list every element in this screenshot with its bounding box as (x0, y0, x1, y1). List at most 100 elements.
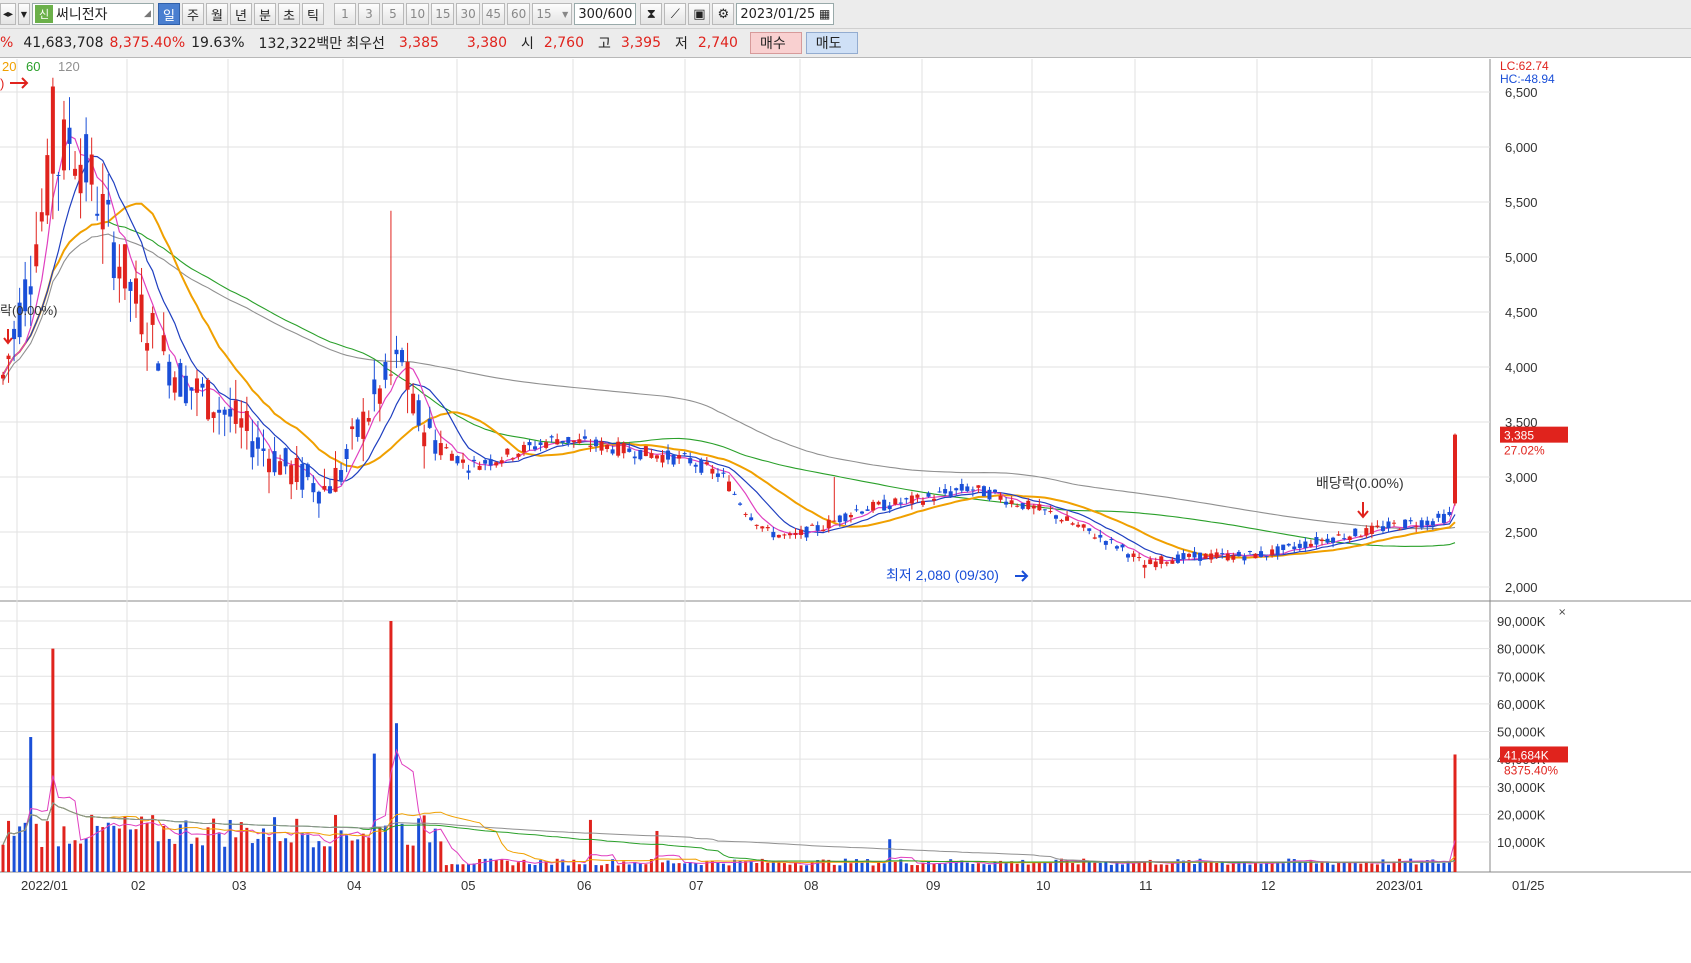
volume-bar (1, 844, 5, 872)
volume-tick-label: 60,000K (1497, 697, 1546, 712)
candle-body (943, 489, 948, 494)
volume-bar (788, 864, 792, 872)
volume-bar (284, 838, 288, 872)
volume-bar (1314, 863, 1318, 872)
volume-bar (1348, 862, 1352, 872)
volume-tick-label: 70,000K (1497, 669, 1546, 684)
time-right-label: 01/25 (1512, 878, 1545, 893)
period-tab-4[interactable]: 분 (253, 3, 276, 25)
volume-bar (1170, 862, 1174, 872)
low-label: 저 (674, 36, 688, 52)
hc-label: HC:-48.94 (1500, 72, 1555, 86)
volume-bar (178, 824, 182, 872)
volume-bar (223, 846, 227, 872)
volume-bar (117, 828, 121, 872)
time-label: 12 (1261, 878, 1275, 893)
candle-body (1225, 553, 1230, 561)
candle-body (582, 436, 587, 439)
volume-bar (40, 846, 44, 872)
volume-bar (1453, 754, 1457, 872)
data-count-input[interactable]: 300 /600 (574, 3, 637, 25)
sell-button[interactable]: 매도 (805, 32, 858, 54)
candle-body (411, 393, 416, 414)
interval-button-45[interactable]: 45 (481, 3, 506, 25)
candle-body (233, 400, 238, 424)
stock-chart[interactable]: 6,5006,0005,5005,0004,5004,0003,5003,000… (0, 59, 1691, 963)
volume-bar (322, 846, 326, 872)
period-tab-6[interactable]: 틱 (301, 3, 324, 25)
nav-menu-button[interactable]: ◂▸ (0, 3, 16, 25)
candle-body (926, 493, 931, 497)
volume-bar (1253, 862, 1257, 872)
time-label: 02 (131, 878, 145, 893)
volume-bar (162, 826, 166, 872)
interval-button-30[interactable]: 30 (456, 3, 480, 25)
volume-tick-label: 20,000K (1497, 807, 1546, 822)
candle-body (560, 440, 565, 443)
volume-bar (295, 818, 299, 872)
candle-body (721, 472, 726, 474)
candle-body (339, 470, 344, 481)
price-tick-label: 2,500 (1505, 525, 1538, 540)
candle-body (666, 450, 671, 460)
candle-body (688, 458, 693, 464)
turnover-rate: 19.63% (191, 35, 245, 51)
volume-bar (433, 828, 437, 872)
interval-button-3[interactable]: 3 (357, 3, 380, 25)
stock-dropdown-button[interactable]: ▼ (18, 3, 30, 25)
volume-bar (566, 865, 570, 872)
volume-bar (832, 864, 836, 872)
calendar-icon[interactable]: ▦ (819, 7, 830, 21)
save-button[interactable]: ▣ (688, 3, 711, 25)
candle-body (1342, 538, 1347, 540)
volume-bar (1104, 861, 1108, 872)
settings-button[interactable]: ⚙ (712, 3, 735, 25)
candle-body (372, 379, 377, 395)
candle-body (782, 534, 787, 536)
interval-select[interactable]: 15 ▼ (532, 3, 573, 25)
volume-bar (444, 865, 448, 872)
candle-body (1286, 543, 1291, 546)
volume-bar (1259, 863, 1263, 872)
period-tab-5[interactable]: 초 (277, 3, 300, 25)
candle-body (826, 519, 831, 529)
period-tab-2[interactable]: 월 (205, 3, 228, 25)
period-tab-0[interactable]: 일 (157, 3, 180, 25)
volume-bar (921, 862, 925, 872)
volume-bar (1048, 862, 1052, 872)
candle-body (976, 485, 981, 488)
ma-legend-item: 120 (58, 59, 80, 74)
interval-button-60[interactable]: 60 (507, 3, 531, 25)
period-tab-3[interactable]: 년 (229, 3, 252, 25)
interval-button-1[interactable]: 1 (333, 3, 356, 25)
stock-name-input[interactable]: 써니전자 (56, 4, 144, 24)
volume-bar (1154, 864, 1158, 872)
volume-bar (1037, 862, 1041, 872)
interval-button-15[interactable]: 15 (431, 3, 455, 25)
volume-bar (361, 833, 365, 872)
candle-body (832, 520, 837, 522)
indicator-button[interactable]: ⧗ (640, 3, 663, 25)
volume-bar (838, 865, 842, 872)
volume-bar (167, 838, 171, 872)
draw-tool-button[interactable]: ⟋ (664, 3, 687, 25)
volume-bar (688, 862, 692, 872)
low-value: 2,740 (697, 35, 738, 51)
candle-body (1126, 554, 1131, 558)
candle-body (1331, 537, 1336, 543)
interval-button-5[interactable]: 5 (381, 3, 404, 25)
period-tab-1[interactable]: 주 (181, 3, 204, 25)
volume-bar (1193, 864, 1197, 872)
date-input[interactable]: 2023/01/25 ▦ (736, 3, 835, 25)
candle-body (821, 529, 826, 532)
interval-button-10[interactable]: 10 (405, 3, 430, 25)
stock-selector[interactable]: 신 써니전자 ◢ (32, 3, 154, 25)
candle-body (516, 453, 521, 457)
candle-body (732, 493, 737, 495)
volume-bar (550, 864, 554, 872)
buy-button[interactable]: 매수 (749, 32, 802, 54)
candle-body (710, 468, 715, 474)
search-small-icon: ◢ (144, 9, 151, 19)
candle-body (699, 459, 704, 473)
candle-body (1070, 523, 1075, 525)
